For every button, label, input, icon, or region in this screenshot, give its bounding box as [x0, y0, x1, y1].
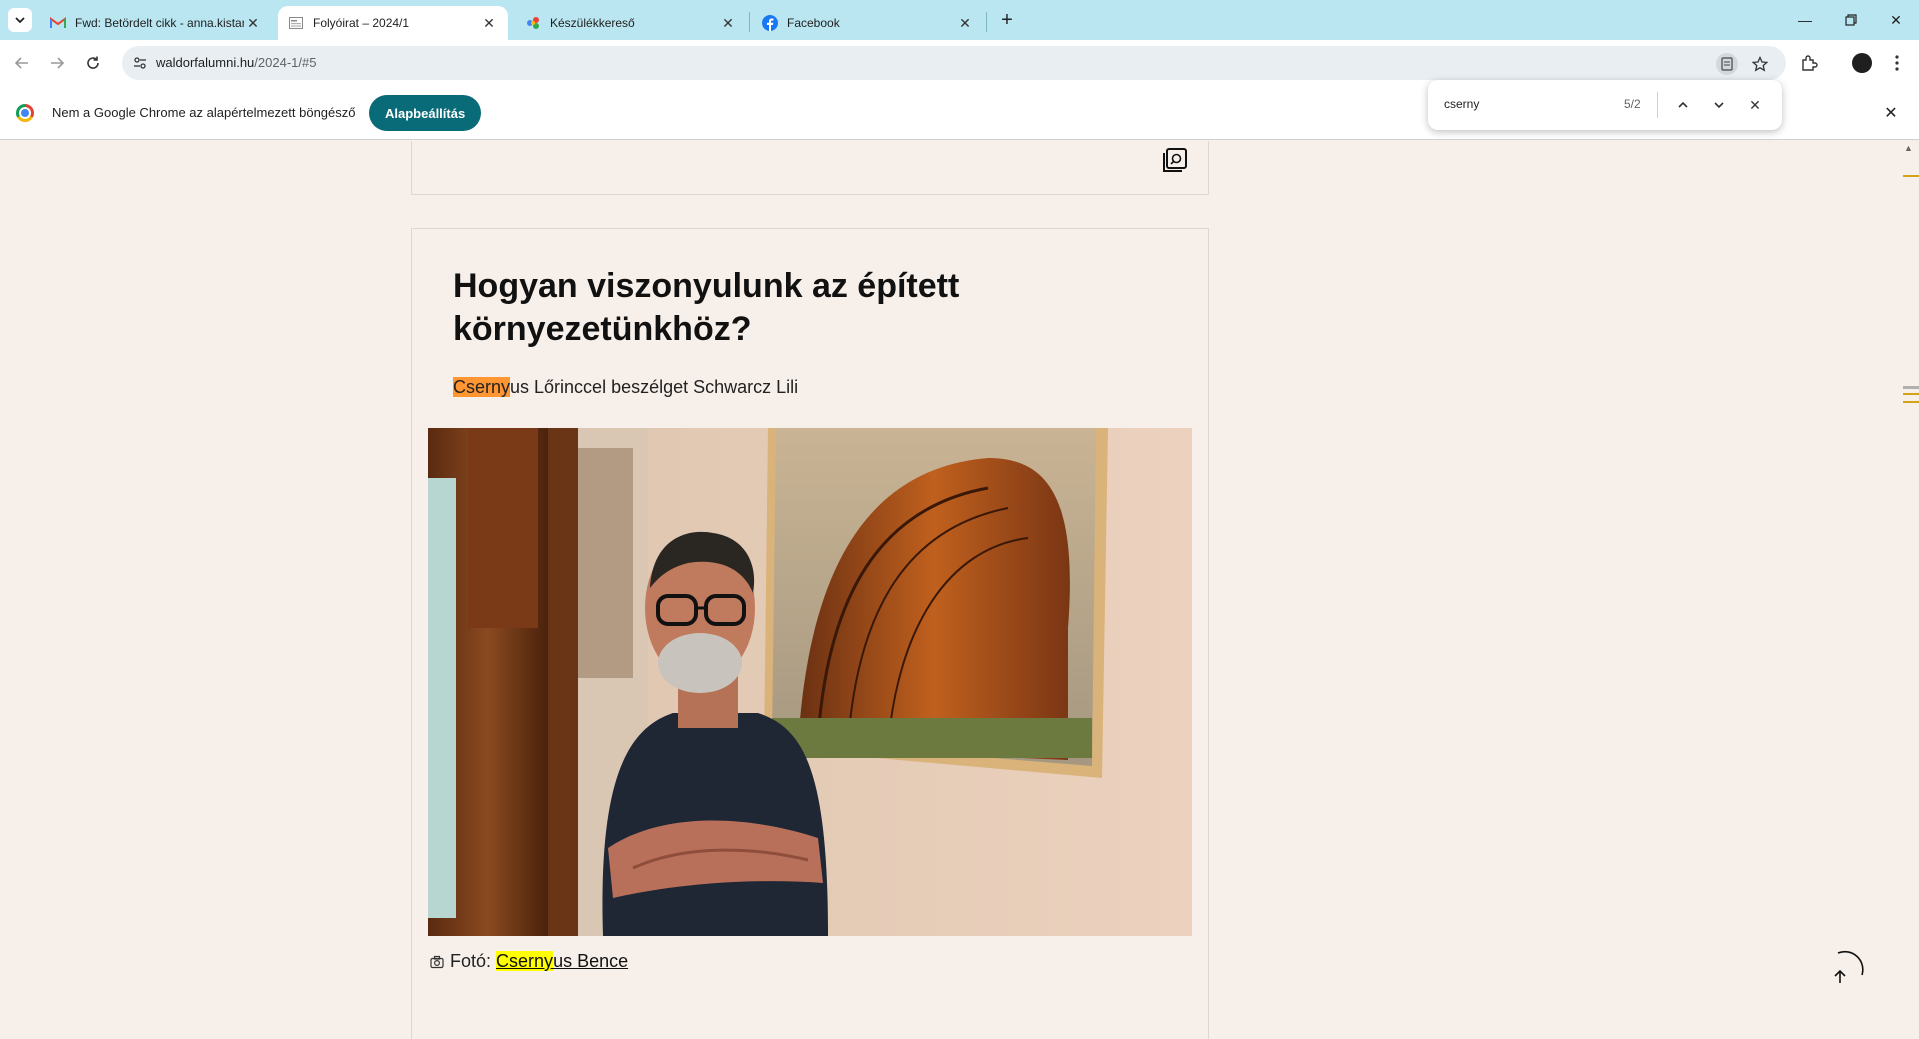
- scroll-thumb[interactable]: [1903, 386, 1919, 389]
- device-finder-icon: [525, 15, 541, 31]
- chevron-down-icon: [15, 17, 25, 24]
- find-close-button[interactable]: ✕: [1743, 93, 1767, 117]
- close-tab-icon[interactable]: ✕: [244, 14, 262, 32]
- url-text[interactable]: waldorfalumni.hu/2024-1/#5: [156, 55, 316, 70]
- find-result-count: 5/2: [1624, 97, 1641, 111]
- article-subtitle: Csernyus Lőrinccel beszélget Schwarcz Li…: [453, 377, 798, 398]
- tab-title: Készülékkereső: [550, 16, 635, 30]
- arrow-right-icon: [51, 57, 64, 69]
- profile-avatar[interactable]: [1850, 51, 1874, 75]
- find-match-marker: [1903, 393, 1919, 395]
- find-current-match: Cserny: [453, 377, 511, 397]
- extensions-icon[interactable]: [1797, 51, 1821, 75]
- url-host: waldorfalumni.hu: [156, 55, 255, 70]
- find-match-marker: [1903, 175, 1919, 177]
- page-icon: [288, 15, 304, 31]
- vertical-scrollbar[interactable]: ▲: [1900, 141, 1919, 1039]
- tab-facebook[interactable]: Facebook ✕: [752, 6, 984, 40]
- scroll-up-icon[interactable]: ▲: [1904, 143, 1913, 153]
- tab-separator: [749, 12, 750, 32]
- article-photo: [428, 428, 1192, 936]
- gmail-icon: [50, 15, 66, 31]
- photo-caption: Fotó: Csernyus Bence: [430, 951, 628, 972]
- restore-button[interactable]: [1828, 0, 1874, 40]
- arrow-left-icon: [15, 57, 28, 69]
- tab-strip: Fwd: Betördelt cikk - anna.kistamas@ ✕ F…: [0, 0, 1919, 40]
- tab-title: Fwd: Betördelt cikk - anna.kistamas@: [75, 16, 244, 30]
- previous-article-card: [411, 141, 1209, 195]
- chrome-logo-icon: [16, 104, 34, 122]
- find-previous-button[interactable]: [1671, 93, 1695, 117]
- caption-rest: us Bence: [553, 951, 629, 971]
- facebook-icon: [762, 15, 778, 31]
- article-title[interactable]: Hogyan viszonyulunk az épített környezet…: [453, 265, 1053, 351]
- tab-search-button[interactable]: [8, 8, 32, 32]
- page-content: Hogyan viszonyulunk az épített környezet…: [0, 141, 1900, 1039]
- set-default-button[interactable]: Alapbeállítás: [369, 95, 482, 131]
- address-bar[interactable]: waldorfalumni.hu/2024-1/#5: [122, 46, 1786, 80]
- close-tab-icon[interactable]: ✕: [480, 14, 498, 32]
- url-path: /2024-1/#5: [254, 55, 317, 70]
- more-vertical-icon: [1895, 55, 1899, 71]
- close-icon: ✕: [1749, 96, 1761, 113]
- infobar-close-icon[interactable]: ✕: [1881, 103, 1901, 123]
- tab-separator: [986, 12, 987, 32]
- menu-button[interactable]: [1885, 51, 1909, 75]
- caption-prefix: Fotó:: [450, 951, 492, 971]
- close-tab-icon[interactable]: ✕: [956, 14, 974, 32]
- reading-mode-icon[interactable]: [1716, 53, 1738, 75]
- article-card: Hogyan viszonyulunk az épített környezet…: [411, 228, 1209, 1039]
- scroll-to-top-button[interactable]: [1822, 947, 1866, 991]
- back-button[interactable]: [8, 49, 36, 77]
- find-divider: [1657, 92, 1658, 118]
- minimize-button[interactable]: —: [1782, 0, 1828, 40]
- reload-button[interactable]: [79, 49, 107, 77]
- arrow-up-icon: [1834, 969, 1846, 983]
- bookmark-star-icon[interactable]: [1749, 53, 1771, 75]
- find-bar: cserny 5/2 ✕: [1428, 80, 1782, 130]
- plus-icon: +: [1001, 8, 1013, 31]
- reload-icon: [87, 56, 99, 69]
- infobar-message: Nem a Google Chrome az alapértelmezett b…: [52, 105, 356, 120]
- find-match: Cserny: [496, 951, 554, 971]
- tab-gmail[interactable]: Fwd: Betördelt cikk - anna.kistamas@ ✕: [40, 6, 272, 40]
- tab-keszulekkereso[interactable]: Készülékkereső ✕: [515, 6, 747, 40]
- minimize-icon: —: [1798, 12, 1812, 28]
- close-tab-icon[interactable]: ✕: [719, 14, 737, 32]
- find-next-button[interactable]: [1707, 93, 1731, 117]
- restore-icon: [1845, 14, 1857, 26]
- site-info-icon[interactable]: [130, 53, 150, 73]
- find-input[interactable]: cserny: [1444, 97, 1479, 111]
- new-tab-button[interactable]: +: [995, 8, 1019, 32]
- forward-button[interactable]: [43, 49, 71, 77]
- close-icon: ✕: [1890, 11, 1902, 28]
- tab-title: Folyóirat – 2024/1: [313, 16, 410, 30]
- tab-title: Facebook: [787, 16, 840, 30]
- avatar: [1852, 53, 1872, 73]
- chevron-up-icon: [1678, 101, 1688, 108]
- tab-folyoirat[interactable]: Folyóirat – 2024/1 ✕: [278, 6, 508, 40]
- subtitle-rest: us Lőrinccel beszélget Schwarcz Lili: [510, 377, 799, 397]
- find-match-marker: [1903, 401, 1919, 403]
- photographer-link[interactable]: Csernyus Bence: [496, 951, 628, 972]
- chevron-down-icon: [1714, 102, 1724, 109]
- close-window-button[interactable]: ✕: [1873, 0, 1919, 40]
- camera-icon: [430, 955, 444, 968]
- gallery-icon[interactable]: [1160, 145, 1190, 175]
